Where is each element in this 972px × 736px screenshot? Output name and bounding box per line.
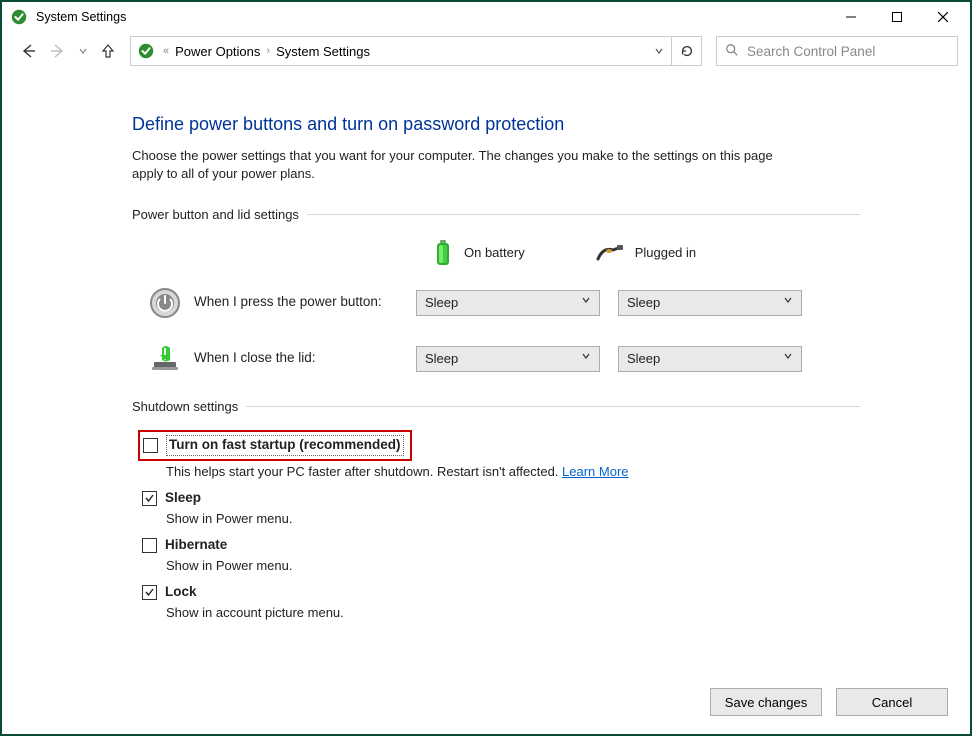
cancel-button[interactable]: Cancel [836, 688, 948, 716]
checkbox-sleep[interactable] [142, 491, 157, 506]
sleep-desc: Show in Power menu. [166, 510, 860, 528]
search-placeholder: Search Control Panel [747, 44, 875, 59]
window-controls [828, 2, 966, 32]
chevron-down-icon [581, 351, 591, 366]
app-icon [10, 8, 28, 26]
breadcrumb-item[interactable]: Power Options [173, 44, 262, 59]
save-button[interactable]: Save changes [710, 688, 822, 716]
up-button[interactable] [96, 39, 120, 63]
option-sleep: Sleep Show in Power menu. [142, 489, 860, 528]
footer-buttons: Save changes Cancel [710, 688, 948, 716]
content-area: Define power buttons and turn on passwor… [2, 70, 970, 622]
battery-icon [432, 238, 454, 268]
checkbox-lock[interactable] [142, 585, 157, 600]
refresh-button[interactable] [671, 36, 701, 66]
hibernate-label: Hibernate [165, 536, 227, 555]
fast-startup-desc-text: This helps start your PC faster after sh… [166, 464, 562, 479]
dropdown-power-plugged[interactable]: Sleep [618, 290, 802, 316]
hibernate-desc: Show in Power menu. [166, 557, 860, 575]
chevron-down-icon [783, 351, 793, 366]
recent-locations-button[interactable] [76, 39, 90, 63]
window-title: System Settings [36, 10, 126, 24]
address-bar[interactable]: « Power Options › System Settings [130, 36, 702, 66]
checkbox-fast-startup[interactable] [143, 438, 158, 453]
address-dropdown[interactable] [647, 46, 671, 56]
dropdown-value: Sleep [627, 350, 660, 368]
learn-more-link[interactable]: Learn More [562, 464, 628, 479]
chevron-right-icon: › [266, 45, 270, 57]
minimize-button[interactable] [828, 2, 874, 32]
dropdown-value: Sleep [425, 294, 458, 312]
section-power-label: Power button and lid settings [132, 206, 299, 224]
lock-desc: Show in account picture menu. [166, 604, 860, 622]
plugged-in-label: Plugged in [635, 244, 696, 262]
on-battery-header: On battery [432, 238, 525, 268]
breadcrumb-sep: « [163, 45, 169, 57]
row-power-button-label: When I press the power button: [194, 293, 416, 312]
plug-icon [595, 243, 625, 263]
checkbox-hibernate[interactable] [142, 538, 157, 553]
address-icon [137, 42, 155, 60]
row-power-button: When I press the power button: Sleep Sle… [148, 286, 860, 320]
search-input[interactable]: Search Control Panel [716, 36, 958, 66]
search-icon [725, 43, 739, 60]
dropdown-lid-plugged[interactable]: Sleep [618, 346, 802, 372]
divider [307, 214, 860, 215]
highlighted-fast-startup: Turn on fast startup (recommended) [138, 430, 412, 461]
breadcrumb-item[interactable]: System Settings [274, 44, 372, 59]
power-button-icon [148, 286, 182, 320]
laptop-lid-icon [148, 342, 182, 376]
option-hibernate: Hibernate Show in Power menu. [142, 536, 860, 575]
on-battery-label: On battery [464, 244, 525, 262]
dropdown-value: Sleep [425, 350, 458, 368]
section-shutdown-label: Shutdown settings [132, 398, 238, 416]
forward-button[interactable] [46, 39, 70, 63]
dropdown-power-battery[interactable]: Sleep [416, 290, 600, 316]
maximize-button[interactable] [874, 2, 920, 32]
fast-startup-label: Turn on fast startup (recommended) [166, 435, 404, 456]
toolbar: « Power Options › System Settings Search… [2, 32, 970, 70]
dropdown-value: Sleep [627, 294, 660, 312]
row-close-lid: When I close the lid: Sleep Sleep [148, 342, 860, 376]
option-lock: Lock Show in account picture menu. [142, 583, 860, 622]
chevron-down-icon [581, 295, 591, 310]
sleep-label: Sleep [165, 489, 201, 508]
page-heading: Define power buttons and turn on passwor… [132, 112, 860, 137]
dropdown-lid-battery[interactable]: Sleep [416, 346, 600, 372]
title-bar: System Settings [2, 2, 970, 32]
page-intro: Choose the power settings that you want … [132, 147, 792, 183]
row-close-lid-label: When I close the lid: [194, 349, 416, 368]
section-shutdown-title: Shutdown settings [132, 398, 860, 416]
back-button[interactable] [16, 39, 40, 63]
power-column-headers: On battery Plugged in [432, 238, 860, 268]
section-power-title: Power button and lid settings [132, 206, 860, 224]
close-button[interactable] [920, 2, 966, 32]
fast-startup-desc: This helps start your PC faster after sh… [166, 463, 860, 481]
divider [246, 406, 860, 407]
plugged-in-header: Plugged in [595, 243, 696, 263]
lock-label: Lock [165, 583, 197, 602]
chevron-down-icon [783, 295, 793, 310]
